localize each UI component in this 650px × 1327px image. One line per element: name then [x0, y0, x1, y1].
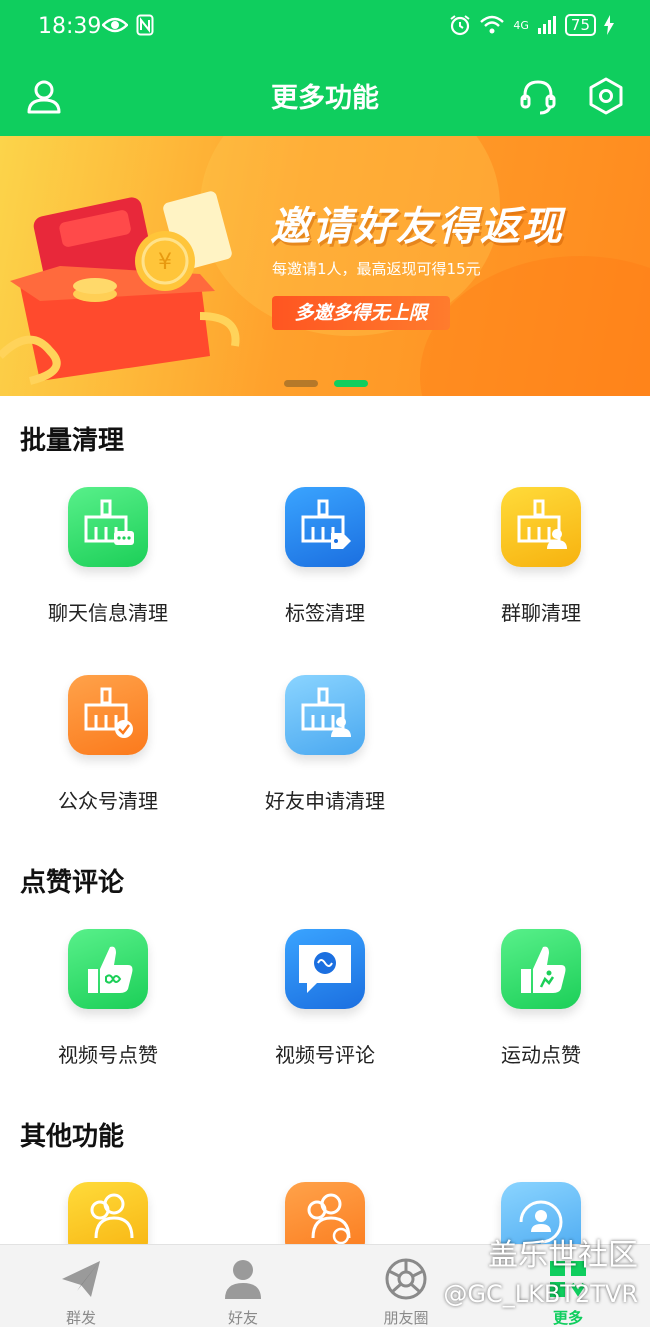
person-icon: [225, 1260, 261, 1299]
charging-icon: [604, 15, 614, 35]
settings-gear-icon[interactable]: [586, 76, 626, 116]
watermark-line-1: 盖乐世社区: [488, 1238, 638, 1273]
tag-clean-item[interactable]: 标签清理: [217, 487, 433, 626]
status-bar: 18:39 4G 75: [0, 0, 650, 56]
comment-bubble-channels-icon: [285, 929, 365, 1009]
watermark: 盖乐世社区 @GC_LKBT2TVR: [443, 1230, 638, 1308]
alarm-icon: [450, 15, 470, 36]
network-type: 4G: [513, 18, 529, 32]
sport-like-item[interactable]: 运动点赞: [433, 929, 649, 1068]
chat-info-clean-item[interactable]: 聊天信息清理: [0, 487, 216, 626]
channels-comment-item[interactable]: 视频号评论: [217, 929, 433, 1068]
status-time: 18:39: [38, 14, 102, 39]
tab-label: 更多: [552, 1309, 583, 1327]
thumbs-up-sport-icon: [501, 929, 581, 1009]
tab-mass-send[interactable]: 群发: [0, 1245, 162, 1327]
paper-plane-icon: [62, 1261, 100, 1297]
svg-text:¥: ¥: [158, 250, 172, 275]
item-label: 群聊清理: [501, 601, 581, 625]
gift-box-illustration: ¥: [0, 191, 240, 385]
group-chat-clean-item[interactable]: 群聊清理: [433, 487, 649, 626]
signal-icon: [537, 16, 556, 34]
tab-label: 群发: [65, 1309, 96, 1327]
broom-tag-icon: [285, 487, 365, 567]
section-title-other: 其他功能: [20, 1122, 125, 1152]
broom-verified-icon: [68, 675, 148, 755]
item-label: 标签清理: [285, 601, 365, 625]
item-label: 视频号评论: [275, 1043, 375, 1067]
tab-label: 朋友圈: [383, 1309, 429, 1327]
tab-label: 好友: [227, 1309, 258, 1327]
official-account-clean-item[interactable]: 公众号清理: [0, 675, 216, 814]
item-label: 视频号点赞: [58, 1043, 158, 1067]
nfc-icon: [136, 14, 154, 36]
broom-person-icon: [285, 675, 365, 755]
item-label: 好友申请清理: [265, 789, 385, 813]
tab-friends[interactable]: 好友: [162, 1245, 324, 1327]
channels-like-item[interactable]: 视频号点赞: [0, 929, 216, 1068]
camera-aperture-icon: [385, 1258, 427, 1300]
app-header: 更多功能: [0, 56, 650, 136]
item-label: 运动点赞: [501, 1043, 581, 1067]
customer-service-headset-icon[interactable]: [518, 76, 558, 116]
section-title-like-comment: 点赞评论: [20, 868, 125, 898]
item-label: 聊天信息清理: [48, 601, 168, 625]
broom-group-icon: [501, 487, 581, 567]
section-title-batch-clean: 批量清理: [20, 426, 125, 456]
invite-banner[interactable]: ¥ 邀请好友得返现 每邀请1人，最高返现可得15元 多邀多得无上限: [0, 136, 650, 396]
carousel-dot-active[interactable]: [334, 380, 368, 387]
wifi-icon: [480, 15, 505, 34]
item-label: 公众号清理: [58, 789, 158, 813]
carousel-indicator: [284, 380, 368, 387]
banner-title: 邀请好友得返现: [270, 204, 564, 250]
banner-subtitle: 每邀请1人，最高返现可得15元: [272, 260, 481, 278]
eye-icon: [102, 17, 128, 33]
banner-cta-button[interactable]: 多邀多得无上限: [272, 296, 450, 330]
friend-request-clean-item[interactable]: 好友申请清理: [217, 675, 433, 814]
watermark-line-2: @GC_LKBT2TVR: [443, 1280, 638, 1308]
carousel-dot[interactable]: [284, 380, 318, 387]
battery-level: 75: [564, 14, 596, 36]
thumbs-up-channels-icon: [68, 929, 148, 1009]
broom-chat-icon: [68, 487, 148, 567]
